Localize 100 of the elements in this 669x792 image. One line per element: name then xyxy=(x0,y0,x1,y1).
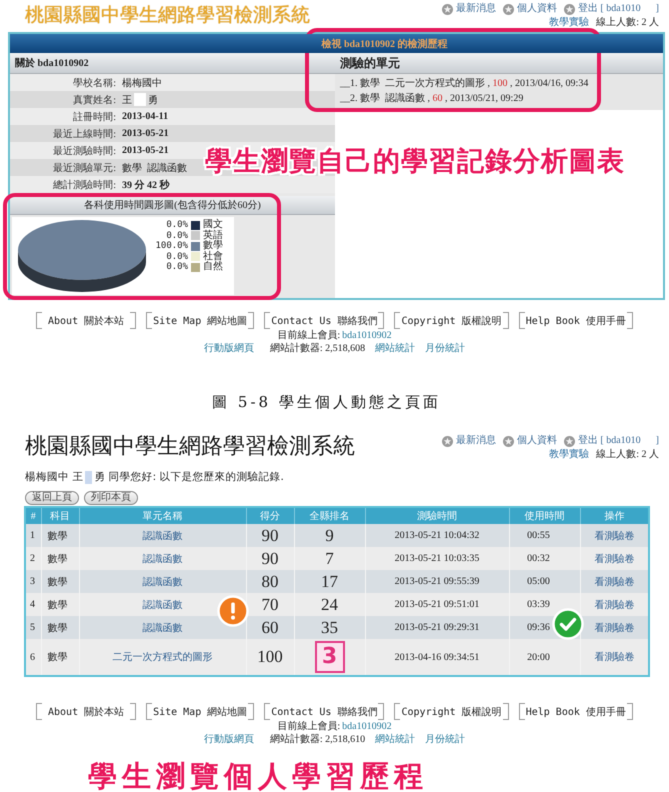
member-link[interactable]: bda1010902 xyxy=(342,330,392,340)
column-header: 全縣排名 xyxy=(294,507,365,524)
nav-link[interactable]: 登出 [ bda1010 ] xyxy=(564,2,659,16)
info-value: 楊梅國中 xyxy=(122,76,162,90)
panel-title: 檢視 bda1010902 的檢測歷程 xyxy=(10,34,663,53)
unit-link[interactable]: 認識函數 xyxy=(142,554,182,564)
nav-link[interactable]: 最新消息 xyxy=(442,2,496,16)
annotation-text: 學生瀏覽自己的學習記錄分析圖表 xyxy=(205,146,625,178)
star-icon xyxy=(502,4,514,14)
table-cell: 數學 xyxy=(41,639,79,676)
unit-link[interactable]: 認識函數 xyxy=(142,622,182,634)
nav-link[interactable]: 個人資料 xyxy=(502,434,557,448)
visit-counter: 網站計數器: 2,518,610 xyxy=(270,732,366,746)
table-cell: 6 xyxy=(25,639,41,676)
member-link[interactable]: bda1010902 xyxy=(342,720,392,732)
footer-link[interactable]: Contact Us 聯絡我們 xyxy=(264,703,384,720)
legend-label: 英語 xyxy=(203,230,223,241)
unit-entry: __1. 數學 二元一次方程式的圖形 , 100 , 2013/04/16, 09:34 xyxy=(340,76,590,91)
column-header: # xyxy=(25,507,41,524)
view-exam-link[interactable]: 看測驗卷 xyxy=(594,554,634,564)
legend-percent: 0.0% xyxy=(165,262,188,272)
online-count: 線上人數: 2 人 xyxy=(596,16,659,30)
info-label: 註冊時間: xyxy=(72,110,116,124)
legend-percent: 0.0% xyxy=(165,230,188,241)
monthly-stats-link[interactable]: 月份統計 xyxy=(425,341,466,355)
unit-entry: __2. 數學 認識函數 , 60 , 2013/05/21, 09:29 xyxy=(340,92,524,106)
site-title: 桃園縣國中學生網路學習檢測系統 xyxy=(25,3,310,28)
stats-link[interactable]: 網站統計 xyxy=(375,341,416,355)
section-heading: 測驗的單元 xyxy=(335,53,663,74)
nav-link[interactable]: 最新消息 xyxy=(442,434,496,448)
nav-link[interactable]: 個人資料 xyxy=(502,2,557,16)
legend-label: 社會 xyxy=(203,252,223,262)
chart-title: 各科使用時間圓形圖(包含得分低於60分) xyxy=(10,196,335,215)
greeting-text: 勇 同學您好: 以下是您歷來的測驗記錄. xyxy=(94,470,284,484)
star-icon xyxy=(442,4,453,14)
info-value: 2013-05-21 xyxy=(122,128,169,139)
column-header: 單元名稱 xyxy=(79,507,246,524)
table-cell: 2013-04-16 09:34:51 xyxy=(365,639,509,676)
column-header: 科目 xyxy=(41,507,79,524)
greeting-text: 楊梅國中 王 xyxy=(25,470,84,484)
info-label: 總計測驗時間: xyxy=(52,178,116,192)
figure-caption: 圖 5-8 學生個人動態之頁面 xyxy=(212,393,442,411)
star-icon xyxy=(564,4,575,14)
footer-link[interactable]: About 關於本站 xyxy=(36,703,136,720)
view-exam-link[interactable]: 看測驗卷 xyxy=(594,530,634,542)
nav-link[interactable]: 登出 [ bda1010 ] xyxy=(564,434,659,448)
column-header: 測驗時間 xyxy=(365,507,509,524)
footer-link[interactable]: Site Map 網站地圖 xyxy=(146,312,254,329)
print-button[interactable]: 列印本頁 xyxy=(84,491,138,505)
info-label: 最近測驗時間: xyxy=(52,144,116,158)
monthly-stats-link[interactable]: 月份統計 xyxy=(425,732,466,746)
legend-label: 數學 xyxy=(203,241,223,252)
star-icon xyxy=(564,436,575,446)
legend-percent: 0.0% xyxy=(165,252,188,262)
info-value: 王 xyxy=(122,94,132,106)
info-label: 最近測驗單元: xyxy=(52,162,116,174)
view-exam-link[interactable]: 看測驗卷 xyxy=(594,576,634,588)
mobile-link[interactable]: 行動版網頁 xyxy=(204,732,254,746)
table-cell: 100 xyxy=(246,639,294,676)
member-label: 目前線上會員: xyxy=(277,328,340,342)
teaching-link[interactable]: 教學實驗 xyxy=(549,448,590,462)
annotation-text: 學生瀏覽個人學習歷程 xyxy=(88,760,428,792)
legend-percent: 0.0% xyxy=(165,220,188,230)
teaching-link[interactable]: 教學實驗 xyxy=(549,16,590,30)
stats-link[interactable]: 網站統計 xyxy=(375,732,416,746)
footer-link[interactable]: Copyright 版權說明 xyxy=(394,312,509,329)
rank-badge: 3 xyxy=(314,641,344,673)
back-button[interactable]: 返回上頁 xyxy=(25,491,79,505)
legend-label: 自然 xyxy=(203,262,223,272)
star-icon xyxy=(502,436,514,446)
star-icon xyxy=(442,436,453,446)
mobile-link[interactable]: 行動版網頁 xyxy=(204,341,254,355)
column-header: 得分 xyxy=(246,507,294,524)
footer-link[interactable]: Contact Us 聯絡我們 xyxy=(264,312,384,329)
info-value: 勇 xyxy=(148,94,158,106)
unit-link[interactable]: 認識函數 xyxy=(142,600,182,610)
footer-link[interactable]: Help Book 使用手冊 xyxy=(518,703,633,720)
redaction-block xyxy=(85,470,92,484)
column-header: 操作 xyxy=(580,507,649,524)
view-exam-link[interactable]: 看測驗卷 xyxy=(594,622,634,634)
legend-percent: 100.0% xyxy=(154,241,188,252)
footer-link[interactable]: Site Map 網站地圖 xyxy=(146,703,254,720)
info-label: 最近上線時間: xyxy=(52,128,116,140)
footer-link[interactable]: Help Book 使用手冊 xyxy=(518,312,633,329)
section-heading: 關於 bda1010902 xyxy=(10,53,335,74)
view-exam-link[interactable]: 看測驗卷 xyxy=(594,600,634,610)
unit-link[interactable]: 認識函數 xyxy=(142,576,182,588)
site-title: 桃園縣國中學生網路學習檢測系統 xyxy=(25,434,355,460)
redaction-block xyxy=(134,93,146,106)
info-label: 真實姓名: xyxy=(72,94,116,106)
info-value: 數學 認識函數 xyxy=(122,162,187,174)
footer-link[interactable]: Copyright 版權說明 xyxy=(394,703,509,720)
column-header: 使用時間 xyxy=(509,507,580,524)
online-count: 線上人數: 2 人 xyxy=(596,448,659,462)
info-value: 39 分 42 秒 xyxy=(122,178,170,192)
unit-link[interactable]: 二元一次方程式的圖形 xyxy=(112,652,212,663)
unit-link[interactable]: 認識函數 xyxy=(142,530,182,542)
legend-label: 國文 xyxy=(203,220,223,230)
footer-link[interactable]: About 關於本站 xyxy=(36,312,136,329)
view-exam-link[interactable]: 看測驗卷 xyxy=(594,652,634,663)
